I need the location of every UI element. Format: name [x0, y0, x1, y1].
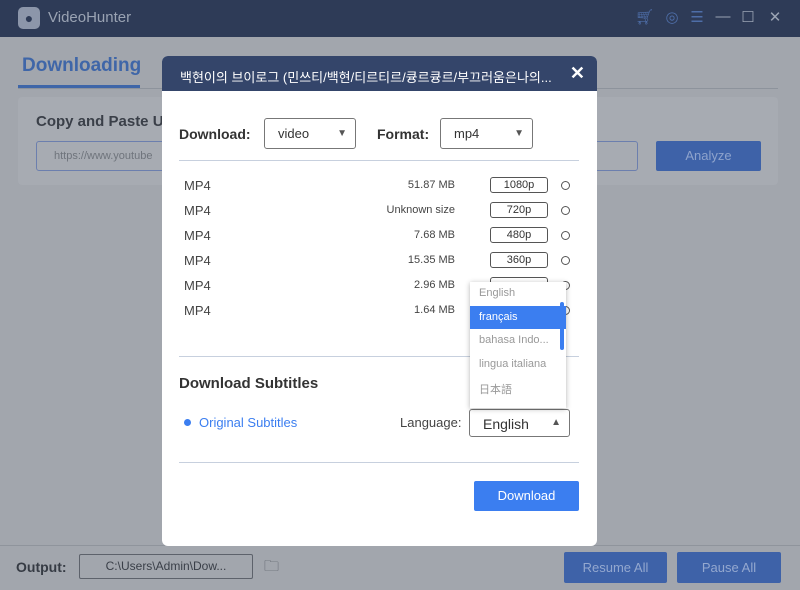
size: 1.64 MB	[414, 304, 455, 316]
language-option[interactable]: 日本語	[470, 376, 566, 400]
download-dialog: 백현이의 브이로그 (민쓰티/백현/티르티르/큥르큥르/부끄러움은나의... ✕…	[162, 56, 597, 546]
menu-icon[interactable]: ☰	[688, 8, 706, 26]
resolution-badge: 360p	[490, 252, 548, 268]
format: MP4	[184, 178, 211, 193]
app-logo-icon: ●	[18, 7, 40, 29]
folder-icon[interactable]: 🗀	[264, 556, 279, 581]
size: 2.96 MB	[414, 279, 455, 291]
app-title: VideoHunter	[48, 9, 132, 26]
format: MP4	[184, 303, 211, 318]
download-type-value: video	[278, 126, 310, 141]
language-option[interactable]: English	[470, 282, 566, 306]
size: 7.68 MB	[414, 229, 455, 241]
analyze-button[interactable]: Analyze	[656, 141, 761, 171]
download-label: Download:	[179, 126, 251, 142]
subtitles-heading: Download Subtitles	[179, 375, 319, 392]
size: Unknown size	[386, 204, 455, 216]
output-path-field[interactable]: C:\Users\Admin\Dow...	[79, 554, 253, 579]
dialog-title: 백현이의 브이로그 (민쓰티/백현/티르티르/큥르큥르/부끄러움은나의...	[162, 56, 597, 91]
radio[interactable]	[561, 206, 570, 215]
caret-down-icon: ▼	[514, 128, 524, 139]
table-row[interactable]: MP4 15.35 MB 360p	[162, 249, 597, 274]
language-dropdown: English français bahasa Indo... lingua i…	[470, 282, 566, 408]
close-icon[interactable]: ✕	[570, 63, 585, 84]
cart-icon[interactable]: 🛒︎	[635, 8, 654, 26]
resolution-badge: 1080p	[490, 177, 548, 193]
caret-up-icon: ▲	[551, 417, 561, 428]
table-row[interactable]: MP4 51.87 MB 1080p	[162, 174, 597, 199]
language-option[interactable]: lingua italiana	[470, 353, 566, 377]
output-label: Output:	[16, 559, 67, 575]
caret-down-icon: ▼	[337, 128, 347, 139]
format-label: Format:	[377, 126, 430, 142]
resume-all-button[interactable]: Resume All	[564, 552, 667, 583]
format: MP4	[184, 253, 211, 268]
divider	[179, 160, 579, 161]
original-subtitles-label[interactable]: Original Subtitles	[199, 415, 297, 430]
format: MP4	[184, 203, 211, 218]
table-row[interactable]: MP4 Unknown size 720p	[162, 199, 597, 224]
resolution-badge: 720p	[490, 202, 548, 218]
resolution-badge: 480p	[490, 227, 548, 243]
language-select[interactable]: English ▲	[469, 409, 570, 437]
size: 51.87 MB	[407, 179, 455, 191]
maximize-icon[interactable]: ☐	[739, 8, 757, 26]
format: MP4	[184, 228, 211, 243]
account-icon[interactable]: ◎	[663, 8, 681, 26]
radio[interactable]	[561, 231, 570, 240]
table-row[interactable]: MP4 7.68 MB 480p	[162, 224, 597, 249]
format-select[interactable]: mp4 ▼	[440, 118, 533, 149]
pause-all-button[interactable]: Pause All	[677, 552, 781, 583]
language-option[interactable]: bahasa Indo...	[470, 329, 566, 353]
format: MP4	[184, 278, 211, 293]
download-type-select[interactable]: video ▼	[264, 118, 356, 149]
language-value: English	[483, 416, 529, 432]
scrollbar[interactable]	[560, 302, 564, 350]
radio[interactable]	[561, 181, 570, 190]
size: 15.35 MB	[407, 254, 455, 266]
close-window-icon[interactable]: ✕	[766, 8, 784, 26]
tab-downloading[interactable]: Downloading	[22, 55, 141, 77]
language-label: Language:	[400, 415, 462, 430]
language-option-highlighted[interactable]: français	[470, 305, 566, 329]
original-subtitles-radio[interactable]	[184, 419, 191, 426]
minimize-icon[interactable]: —	[714, 8, 732, 25]
divider	[179, 462, 579, 463]
card-title: Copy and Paste U	[36, 113, 164, 130]
download-button[interactable]: Download	[474, 481, 579, 511]
radio[interactable]	[561, 256, 570, 265]
format-value: mp4	[454, 126, 480, 141]
